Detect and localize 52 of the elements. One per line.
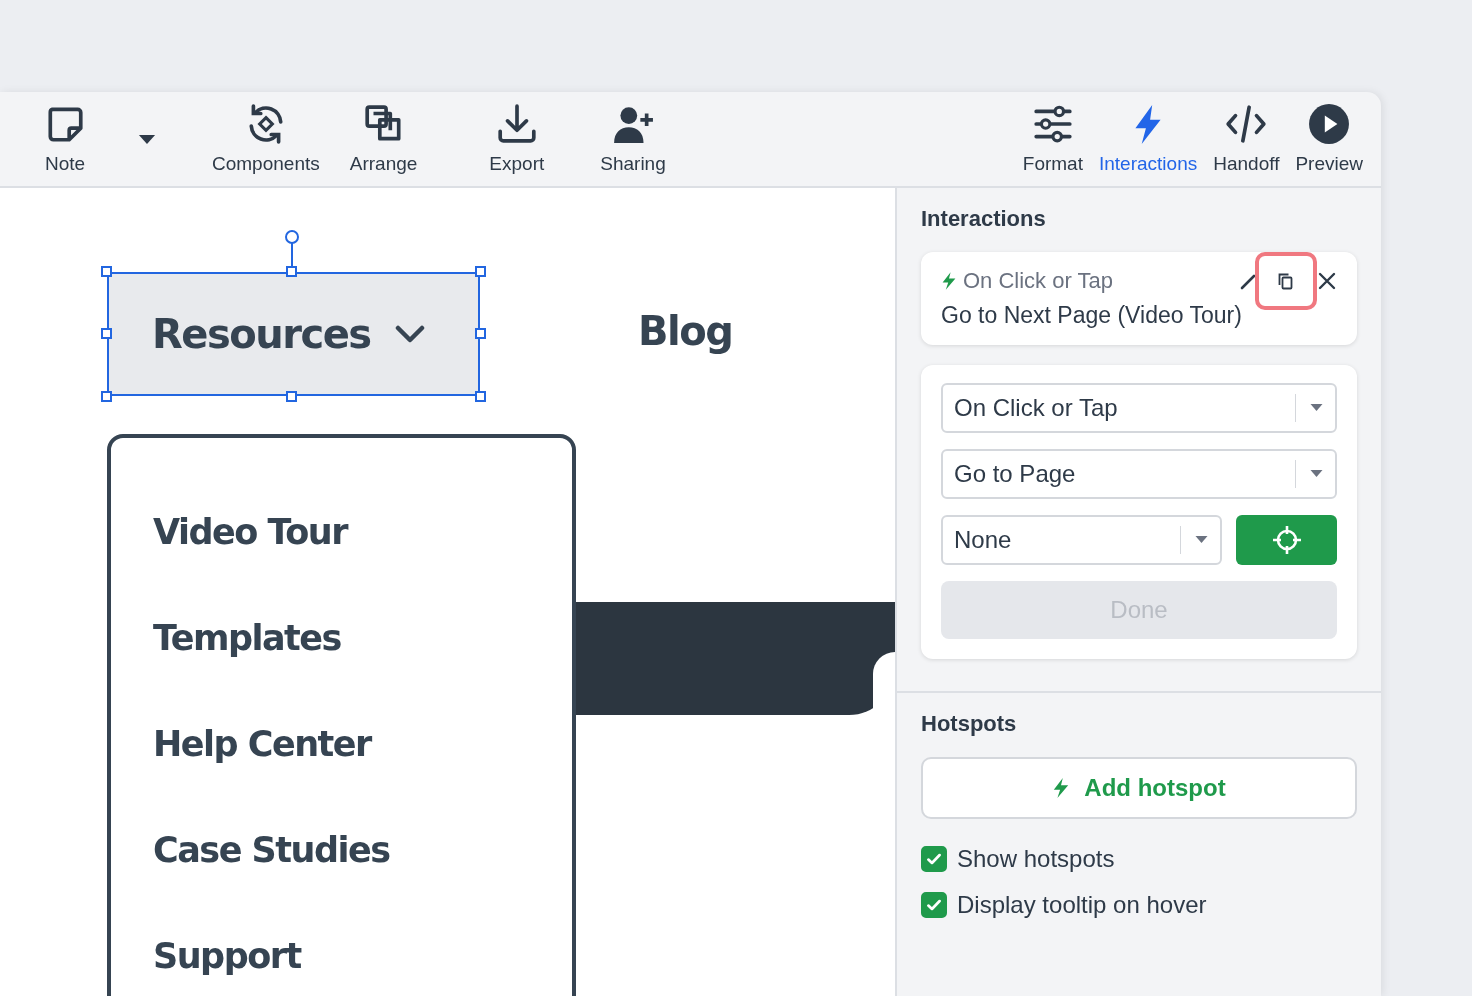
resize-handle[interactable] xyxy=(475,266,486,277)
caret-icon xyxy=(1310,404,1323,412)
toolbar-button[interactable]: Sharing xyxy=(594,95,672,183)
chevron-icon xyxy=(394,325,425,343)
toolbar-button[interactable]: Preview xyxy=(1289,95,1369,183)
section-title: Interactions xyxy=(921,206,1046,232)
caret-icon xyxy=(1195,536,1208,544)
interaction-card[interactable]: On Click or Tap Go to Next Page (Video Tour) xyxy=(921,252,1357,345)
caret-icon[interactable] xyxy=(138,133,156,145)
resize-handle[interactable] xyxy=(286,266,297,277)
menu-item[interactable]: Help Center xyxy=(153,720,371,768)
checkbox[interactable] xyxy=(921,846,947,872)
caret-icon xyxy=(1310,470,1323,478)
resize-handle[interactable] xyxy=(286,391,297,402)
toolbar-button[interactable]: Interactions xyxy=(1093,95,1204,183)
play-icon xyxy=(1308,103,1351,145)
resize-handle[interactable] xyxy=(101,266,112,277)
dropdown-select[interactable]: Go to Page xyxy=(941,449,1337,499)
sliders-icon xyxy=(1031,103,1074,145)
resize-handle[interactable] xyxy=(101,328,112,339)
toolbar-button[interactable]: Note xyxy=(38,95,92,183)
menu-item[interactable]: Case Studies xyxy=(153,826,390,874)
close-icon[interactable] xyxy=(1317,271,1337,291)
dropdown-select[interactable]: On Click or Tap xyxy=(941,383,1337,433)
menu-item[interactable]: Support xyxy=(153,932,301,980)
resize-handle[interactable] xyxy=(475,328,486,339)
toolbar-button[interactable]: Handoff xyxy=(1207,95,1286,183)
dropdown-select[interactable]: None xyxy=(941,515,1222,565)
toolbar-button[interactable]: Format xyxy=(1016,95,1089,183)
lightning-icon xyxy=(1052,777,1071,799)
rotate-handle[interactable] xyxy=(285,230,299,244)
section-title: Hotspots xyxy=(921,711,1017,737)
toolbar-button[interactable]: Components xyxy=(206,95,326,183)
code-icon xyxy=(1225,103,1268,145)
download-icon xyxy=(495,103,538,145)
resize-handle[interactable] xyxy=(101,391,112,402)
trigger-label: On Click or Tap xyxy=(963,268,1114,294)
target-picker-button[interactable] xyxy=(1236,515,1337,565)
action-label: Go to Next Page (Video Tour) xyxy=(941,302,1242,329)
nav-item[interactable]: Resources xyxy=(108,273,479,395)
checkbox-label: Show hotspots xyxy=(957,845,1115,873)
resize-handle[interactable] xyxy=(475,391,486,402)
menu-item[interactable]: Templates xyxy=(153,614,341,662)
add-hotspot-button[interactable]: Add hotspot xyxy=(921,757,1357,819)
nav-item[interactable]: Blog xyxy=(638,306,733,356)
checkbox-label: Display tooltip on hover xyxy=(957,891,1207,919)
lightning-icon xyxy=(941,271,957,291)
crosshair-icon xyxy=(1271,525,1302,555)
checkbox[interactable] xyxy=(921,892,947,918)
toolbar-button[interactable]: Export xyxy=(483,95,551,183)
toolbar-button[interactable]: Arrange xyxy=(343,95,424,183)
menu-item[interactable]: Video Tour xyxy=(153,508,347,556)
